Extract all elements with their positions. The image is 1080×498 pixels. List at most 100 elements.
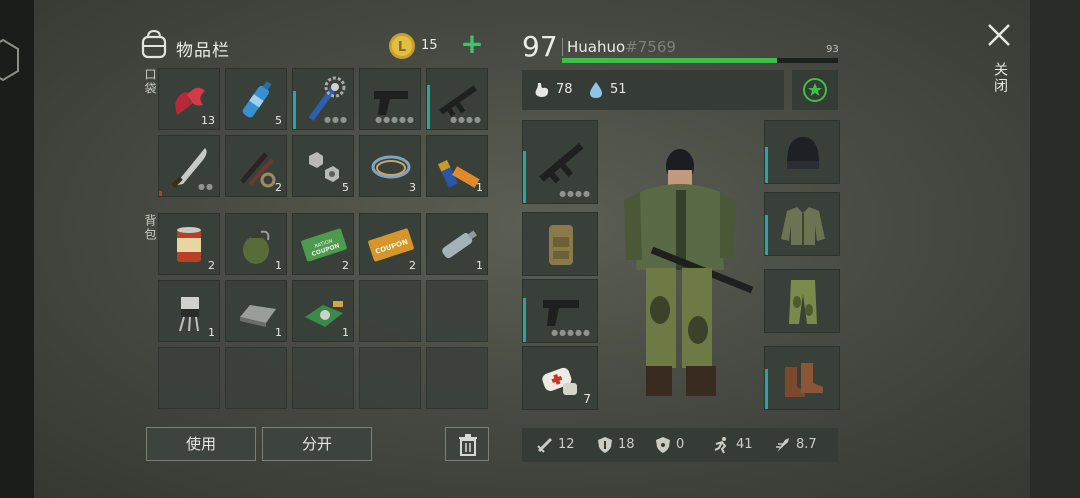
item-quantity: 1: [476, 181, 483, 194]
item-quantity: 2: [409, 259, 416, 272]
close-icon[interactable]: [986, 22, 1012, 48]
stealth-value: 8.7: [796, 437, 817, 452]
pocket-slot-water-bottle[interactable]: 5: [225, 68, 287, 130]
use-button[interactable]: 使用: [146, 427, 256, 461]
pocket-slot-machete[interactable]: ●●: [158, 135, 220, 197]
backpack-label: 背包: [143, 214, 157, 242]
upgrade-dots: ●●●●●: [551, 328, 591, 337]
backpack-slot-empty[interactable]: [359, 347, 421, 409]
durability-bar-low: [159, 191, 162, 196]
player-level: 97: [522, 30, 558, 63]
pocket-slot-nuts-bolts[interactable]: 5: [292, 135, 354, 197]
pocket-slot-wire[interactable]: 3: [359, 135, 421, 197]
camo-pants-icon: [789, 280, 817, 324]
upgrade-dots: ●●●●: [559, 189, 591, 198]
backpack-slot-canned-food[interactable]: 2: [158, 213, 220, 275]
needs-panel: 78 51: [522, 70, 784, 110]
svg-text:L: L: [398, 40, 406, 55]
backpack-slot-grenade[interactable]: 1: [225, 213, 287, 275]
backpack-slot-ration-coupon[interactable]: RATION COUPON 2: [292, 213, 354, 275]
inventory-title: 物品栏: [176, 41, 230, 61]
trash-icon: [459, 434, 477, 456]
radiation-value: 0: [676, 437, 685, 452]
equip-slot-secondary-weapon[interactable]: ●●●●●: [522, 279, 598, 343]
player-character: [624, 149, 754, 396]
xp-bar-fill: [562, 58, 778, 63]
melee-value: 12: [558, 437, 575, 452]
backpack-slot-empty[interactable]: [225, 347, 287, 409]
item-quantity: 1: [476, 259, 483, 272]
assault-rifle-icon: [539, 142, 584, 184]
pocket-slot-assault-rifle[interactable]: ●●●●: [426, 68, 488, 130]
pocket-slot-batteries[interactable]: 1: [426, 135, 488, 197]
durability-bar: [293, 91, 296, 129]
durability-bar: [427, 85, 430, 129]
close-label[interactable]: 关闭: [990, 62, 1010, 94]
pockets-label: 口袋: [143, 68, 157, 96]
pocket-slot-spiked-club[interactable]: ●●●: [292, 68, 354, 130]
stomach-icon: [535, 83, 549, 97]
speed-icon: [714, 437, 727, 454]
equip-slot-backpack[interactable]: [522, 212, 598, 276]
backpack-slot-metal-bar[interactable]: 1: [225, 280, 287, 342]
add-coins-button[interactable]: +: [458, 30, 486, 58]
xp-bar: [562, 58, 838, 63]
stealth-icon: [776, 438, 789, 452]
equip-slot-primary-weapon[interactable]: ●●●●: [522, 120, 598, 204]
durability-bar: [765, 215, 768, 255]
equip-slot-quick-item[interactable]: 7: [522, 346, 598, 410]
item-quantity: 3: [409, 181, 416, 194]
pocket-slot-raw-meat[interactable]: 13: [158, 68, 220, 130]
split-button[interactable]: 分开: [262, 427, 372, 461]
armor-value: 18: [618, 437, 635, 452]
backpack-slot-empty[interactable]: [158, 347, 220, 409]
backpack-slot-empty[interactable]: [426, 347, 488, 409]
jacket-icon: [781, 207, 825, 245]
item-quantity: 2: [208, 259, 215, 272]
backpack-slot-empty[interactable]: [292, 347, 354, 409]
backpack-slot-empty[interactable]: [426, 280, 488, 342]
item-quantity: 5: [342, 181, 349, 194]
star-icon: [803, 78, 827, 102]
radiation-icon: [656, 437, 670, 453]
xp-max: 93: [826, 44, 839, 55]
pocket-slot-pistol[interactable]: ●●●●●: [359, 68, 421, 130]
hexagon-icon: [0, 38, 19, 82]
upgrade-dots: ●●: [198, 182, 214, 191]
speed-value: 41: [736, 437, 753, 452]
trash-button[interactable]: [445, 427, 489, 461]
durability-bar: [523, 151, 526, 203]
upgrade-dots: ●●●●●: [375, 115, 415, 124]
backpack-slot-transistor[interactable]: 1: [158, 280, 220, 342]
favorite-button[interactable]: [792, 70, 838, 110]
pocket-slot-parts[interactable]: 2: [225, 135, 287, 197]
beanie-icon: [787, 137, 819, 169]
equip-slot-torso[interactable]: [764, 192, 840, 256]
player-tag: #7569: [625, 38, 676, 56]
equip-slot-feet[interactable]: [764, 346, 840, 410]
backpack-slot-circuit-board[interactable]: 1: [292, 280, 354, 342]
upgrade-dots: ●●●: [324, 115, 348, 124]
durability-bar: [765, 369, 768, 409]
item-quantity: 2: [342, 259, 349, 272]
left-screen-edge: [0, 0, 34, 498]
item-quantity: 5: [275, 114, 282, 127]
food-value: 78: [556, 82, 573, 97]
melee-icon: [537, 437, 553, 453]
item-quantity: 1: [275, 326, 282, 339]
stats-bar: 12 18 0 41 8.7: [522, 428, 838, 462]
backpack-slot-empty-bottle[interactable]: 1: [426, 213, 488, 275]
water-value: 51: [610, 82, 627, 97]
bandages-icon: [542, 367, 577, 395]
item-quantity: 2: [275, 181, 282, 194]
player-name: Huahuo: [562, 38, 626, 56]
equip-slot-legs[interactable]: [764, 269, 840, 333]
coin-icon: L: [389, 33, 415, 59]
coin-count: 15: [421, 38, 438, 53]
durability-bar: [523, 298, 526, 342]
tactical-backpack-icon: [549, 225, 573, 265]
upgrade-dots: ●●●●: [450, 115, 482, 124]
backpack-slot-empty[interactable]: [359, 280, 421, 342]
backpack-slot-coupon[interactable]: COUPON 2: [359, 213, 421, 275]
equip-slot-head[interactable]: [764, 120, 840, 184]
